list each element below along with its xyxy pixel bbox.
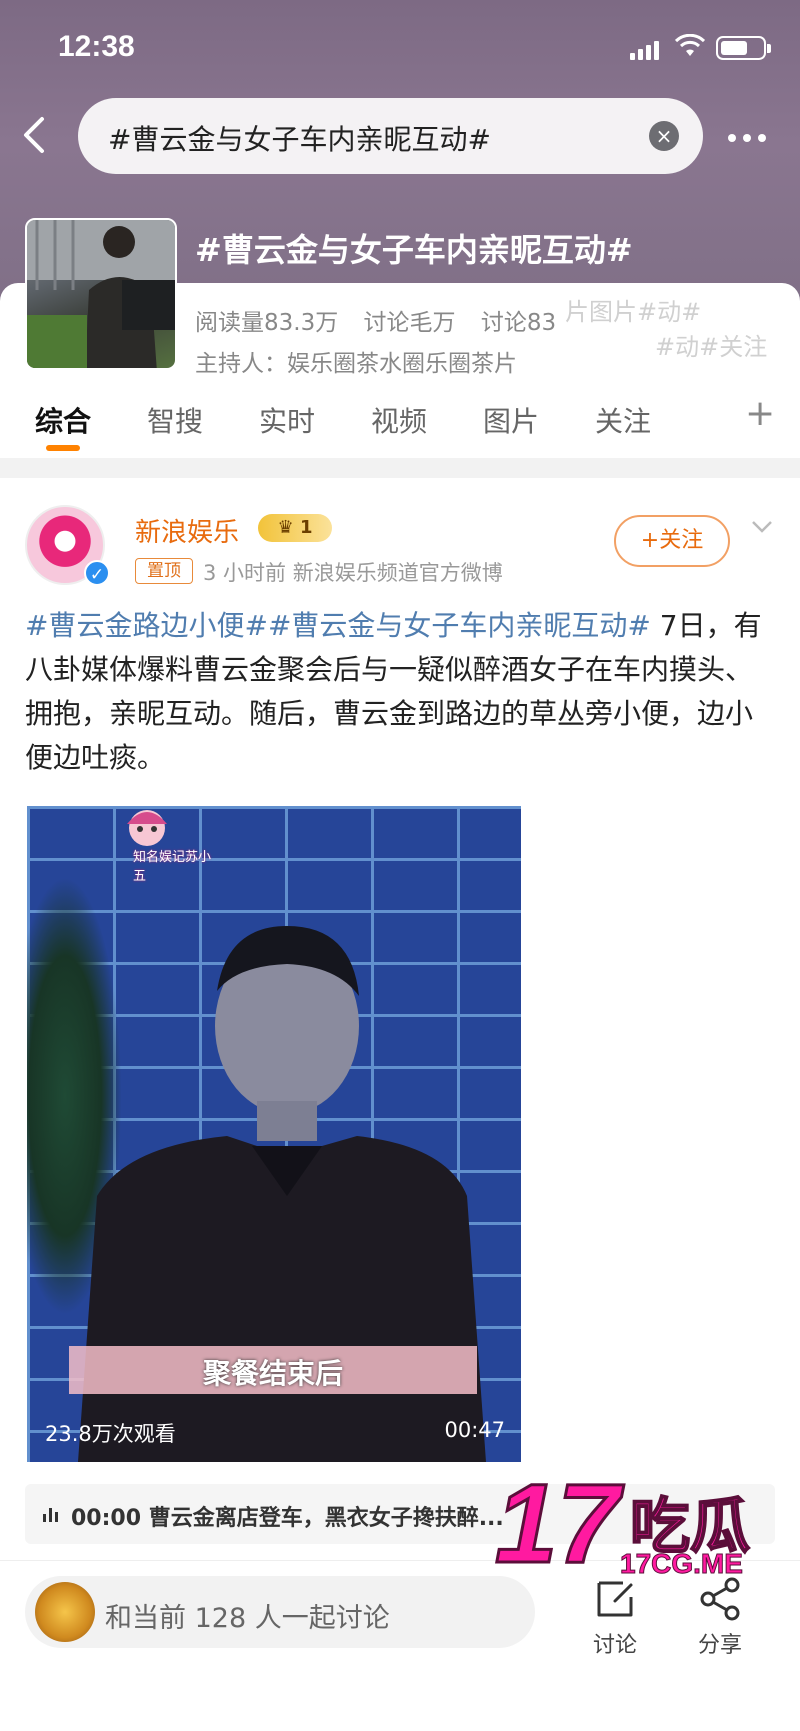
- post-meta: 3 小时前 新浪娱乐频道官方微博: [203, 561, 503, 585]
- signal-icon: [630, 38, 659, 60]
- sticker-caption: 知名娱记苏小五: [133, 850, 212, 884]
- hashtag-link[interactable]: #曹云金路边小便#: [25, 609, 268, 642]
- watermark-url: 17CG.ME: [620, 1548, 744, 1580]
- tab-bar: 综合 智搜 实时 视频 图片 关注 +: [0, 385, 800, 457]
- active-tab-indicator: [46, 445, 80, 451]
- tab-video[interactable]: 视频: [371, 400, 427, 440]
- crown-icon: ♛ 1: [258, 514, 332, 542]
- tab-following[interactable]: 关注: [595, 400, 651, 440]
- overlay-artifact: 片图片#动# #动#关注: [565, 292, 795, 364]
- section-divider: [0, 458, 800, 478]
- person-silhouette-icon: [27, 220, 175, 368]
- author-name[interactable]: 新浪娱乐: [135, 512, 239, 549]
- search-input[interactable]: #曹云金与女子车内亲昵互动# ×: [78, 98, 703, 174]
- chevron-down-icon[interactable]: [750, 514, 774, 538]
- overlay-artifact-line-2: #动#关注: [655, 333, 768, 361]
- watermark-logo: 17 吃瓜 17CG.ME: [494, 1461, 800, 1598]
- video-subtitle: 聚餐结束后: [202, 1357, 343, 1390]
- clear-icon[interactable]: ×: [649, 121, 679, 151]
- discuss-count-2: 讨论83: [480, 310, 557, 336]
- hashtag-link[interactable]: #曹云金与女子车内亲昵互动#: [268, 609, 651, 642]
- discuss-input[interactable]: 和当前 128 人一起讨论: [25, 1576, 535, 1648]
- share-label: 分享: [697, 1633, 742, 1658]
- tab-realtime[interactable]: 实时: [259, 400, 315, 440]
- battery-level: [721, 41, 747, 55]
- status-bar: 12:38: [0, 0, 800, 95]
- video-subtitle-bar: 聚餐结束后: [69, 1346, 477, 1394]
- video-views: 23.8万次观看: [45, 1422, 176, 1446]
- avatar: [35, 1582, 95, 1642]
- tab-smart-search[interactable]: 智搜: [147, 400, 203, 440]
- pinned-badge: 置顶: [135, 558, 193, 584]
- wifi-icon: [675, 34, 705, 56]
- battery-icon: [716, 36, 771, 60]
- reporter-sticker: 知名娱记苏小五: [77, 806, 217, 884]
- plus-icon[interactable]: +: [745, 393, 775, 434]
- audio-bars-icon: [43, 1506, 58, 1522]
- tab-comprehensive[interactable]: 综合: [35, 400, 91, 440]
- comment-label: 讨论: [592, 1633, 637, 1658]
- search-query[interactable]: #曹云金与女子车内亲昵互动#: [108, 118, 491, 158]
- chapter-text: 00:00 曹云金离店登车，黑衣女子搀扶醉...: [71, 1506, 504, 1531]
- crown-level: 1: [299, 517, 313, 538]
- watermark-number: 17: [494, 1461, 622, 1586]
- follow-button[interactable]: +关注: [614, 515, 730, 567]
- status-time: 12:38: [58, 30, 135, 63]
- topic-thumbnail[interactable]: [25, 218, 177, 370]
- verified-icon: ✓: [84, 560, 110, 586]
- read-count: 阅读量83.3万: [195, 310, 339, 336]
- more-icon[interactable]: [728, 118, 778, 158]
- post-body: #曹云金路边小便##曹云金与女子车内亲昵互动# 7日，有八卦媒体爆料曹云金聚会后…: [25, 604, 775, 780]
- topic-host: 主持人：娱乐圈茶水圈乐圈茶片: [195, 351, 517, 377]
- overlay-artifact-line-1: 片图片#动#: [565, 298, 702, 326]
- tab-images[interactable]: 图片: [483, 400, 539, 440]
- back-icon[interactable]: [20, 115, 50, 155]
- topic-stats: 阅读量83.3万 讨论毛万 讨论83: [195, 303, 574, 337]
- discuss-count: 讨论毛万: [363, 310, 456, 336]
- video-player[interactable]: 知名娱记苏小五 聚餐结束后 23.8万次观看 00:47: [27, 806, 521, 1462]
- topic-title: #曹云金与女子车内亲昵互动#: [195, 231, 633, 269]
- discuss-prompt: 和当前 128 人一起讨论: [105, 1603, 390, 1634]
- video-duration: 00:47: [444, 1418, 505, 1442]
